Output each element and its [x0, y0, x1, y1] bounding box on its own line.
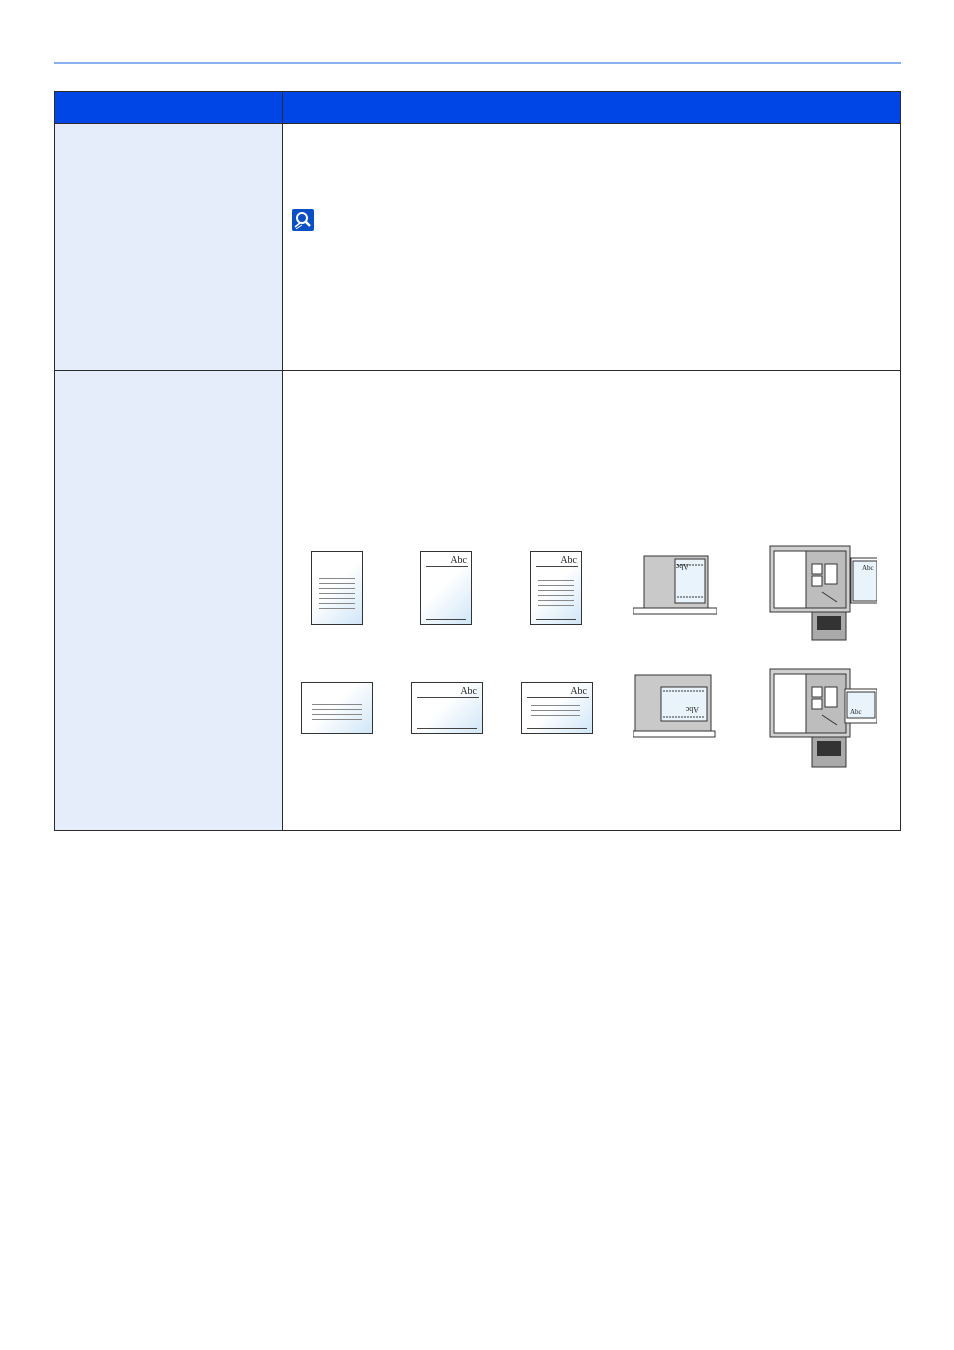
platen-portrait-figure: Abc — [633, 555, 717, 615]
landscape-header-page-figure: Abc — [411, 682, 483, 734]
landscape-text-page-figure — [301, 682, 373, 734]
row-label-cell — [54, 370, 283, 831]
table-row: Abc Abc Abc Abc Abc Abc Abc Abc — [54, 370, 901, 831]
abc-label: Abc — [460, 686, 477, 697]
header-cell-item — [54, 91, 283, 124]
scanner-label: Abc — [850, 708, 862, 716]
scanner-label: Abc — [862, 564, 874, 572]
row-description-cell — [282, 123, 901, 371]
portrait-header-text-page-figure: Abc — [530, 551, 582, 625]
abc-label: Abc — [560, 555, 577, 566]
portrait-text-page-figure — [311, 551, 363, 625]
row-description-cell: Abc Abc Abc Abc Abc Abc Abc Abc — [282, 370, 901, 831]
magnifier-note-icon — [292, 209, 314, 231]
scanner-label: Abc — [685, 705, 699, 714]
scanner-label: Abc — [675, 562, 689, 571]
document-processor-portrait-figure: Abc — [769, 545, 877, 641]
abc-label: Abc — [570, 686, 587, 697]
table-row — [54, 123, 901, 371]
document-processor-landscape-figure: Abc — [769, 668, 877, 768]
abc-label: Abc — [450, 555, 467, 566]
settings-table: Abc Abc Abc Abc Abc Abc Abc Abc — [54, 91, 901, 831]
header-cell-description — [282, 91, 901, 124]
row-label-cell — [54, 123, 283, 371]
table-header-row — [54, 91, 901, 124]
portrait-header-page-figure: Abc — [420, 551, 472, 625]
platen-landscape-figure: Abc — [633, 674, 716, 738]
landscape-header-text-page-figure: Abc — [521, 682, 593, 734]
top-rule — [54, 62, 901, 64]
